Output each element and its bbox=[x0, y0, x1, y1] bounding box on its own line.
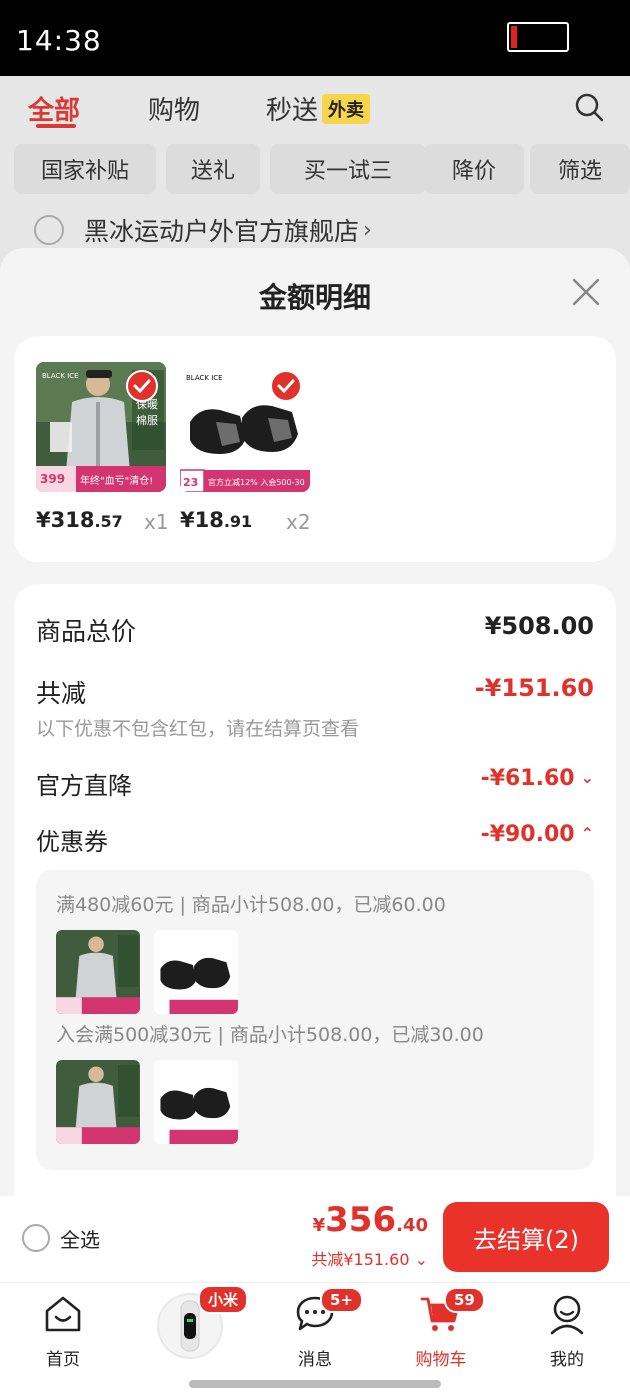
battery-icon bbox=[507, 22, 569, 52]
sheet-title: 金额明细 bbox=[258, 281, 371, 314]
chevron-down-icon: ⌄ bbox=[414, 1250, 428, 1269]
product-jacket-image: 男士 保暖 棉服 399 年终"血亏"清仓! BLACK ICE bbox=[36, 362, 166, 492]
coupon-1-jacket-thumb bbox=[56, 930, 140, 1014]
chevron-right-icon: › bbox=[363, 217, 372, 243]
checkout-bar: 全选 ¥356.40 共减¥151.60 ⌄ 去结算(2) bbox=[0, 1196, 630, 1282]
price-summary-card: 商品总价 ¥508.00 共减 -¥151.60 以下优惠不包含红包，请在结算页… bbox=[14, 584, 616, 1196]
coupon-label: 优惠券 bbox=[36, 828, 108, 856]
home-icon bbox=[45, 1296, 81, 1332]
svg-text:官方立减12% 入会500-30: 官方立减12% 入会500-30 bbox=[208, 477, 305, 487]
nav-band-badge: 小米 bbox=[198, 1285, 249, 1314]
products-card: 男士 保暖 棉服 399 年终"血亏"清仓! BLACK ICE ¥318.57… bbox=[14, 336, 616, 562]
coupon-line-1: 满480减60元 | 商品小计508.00，已减60.00 bbox=[56, 894, 446, 916]
total-reduce-value: -¥151.60 bbox=[474, 674, 594, 702]
direct-discount-row[interactable]: -¥61.60 ⌄ bbox=[481, 766, 594, 791]
price-int: ¥18 bbox=[180, 508, 224, 532]
currency-symbol: ¥ bbox=[312, 1215, 326, 1236]
total-reduce-label: 共减 bbox=[36, 679, 87, 708]
total-int: 356 bbox=[325, 1200, 397, 1240]
product-socks-price: ¥18.91 bbox=[180, 508, 252, 532]
coupon-value: -¥90.00 bbox=[480, 822, 575, 847]
home-indicator[interactable] bbox=[189, 1380, 441, 1388]
nav-profile-label: 我的 bbox=[550, 1350, 584, 1370]
nav-home[interactable]: 首页 bbox=[8, 1293, 118, 1370]
coupon-line-2: 入会满500减30元 | 商品小计508.00，已减30.00 bbox=[56, 1024, 484, 1046]
coupon-2-jacket-thumb bbox=[56, 1060, 140, 1144]
svg-text:399: 399 bbox=[40, 472, 65, 486]
product-jacket-price: ¥318.57 bbox=[36, 508, 123, 532]
svg-text:棉服: 棉服 bbox=[136, 413, 158, 427]
status-time: 14:38 bbox=[16, 24, 102, 57]
chip-gift[interactable]: 送礼 bbox=[166, 144, 260, 194]
nav-home-label: 首页 bbox=[46, 1350, 80, 1370]
svg-text:年终"血亏"清仓!: 年终"血亏"清仓! bbox=[80, 474, 153, 487]
nav-messages-label: 消息 bbox=[298, 1350, 332, 1370]
svg-text:23: 23 bbox=[183, 476, 198, 489]
price-dec: .91 bbox=[223, 512, 253, 531]
checkmark-icon bbox=[126, 370, 158, 402]
checkout-total: ¥356.40 bbox=[313, 1200, 428, 1240]
direct-discount-value: -¥61.60 bbox=[480, 766, 575, 791]
tab-instant-delivery-label: 秒送 bbox=[266, 96, 319, 126]
product-jacket[interactable]: 男士 保暖 棉服 399 年终"血亏"清仓! BLACK ICE ¥318.57… bbox=[36, 362, 169, 534]
store-name: 黑冰运动户外官方旗舰店 bbox=[84, 217, 360, 246]
svg-text:BLACK ICE: BLACK ICE bbox=[186, 374, 223, 382]
price-dec: .57 bbox=[94, 512, 123, 531]
select-all-label[interactable]: 全选 bbox=[60, 1224, 100, 1253]
nav-profile[interactable]: 我的 bbox=[512, 1293, 622, 1370]
product-jacket-qty: x1 bbox=[144, 510, 169, 534]
product-socks[interactable]: BLACK ICE 23 官方立减12% 入会500-30 ¥18.91 x2 bbox=[180, 362, 311, 534]
chip-try-three[interactable]: 买一试三 bbox=[270, 144, 426, 194]
close-icon[interactable] bbox=[570, 276, 602, 308]
discount-note: 以下优惠不包含红包，请在结算页查看 bbox=[36, 718, 360, 740]
price-int: ¥318 bbox=[36, 508, 95, 532]
chevron-up-icon: ⌃ bbox=[580, 824, 594, 843]
select-all-radio[interactable] bbox=[22, 1224, 50, 1252]
search-icon[interactable] bbox=[574, 92, 604, 122]
total-price-value: ¥508.00 bbox=[484, 612, 594, 640]
store-select-radio[interactable] bbox=[34, 215, 64, 245]
tab-underline bbox=[36, 124, 76, 128]
saved-amount[interactable]: 共减¥151.60 ⌄ bbox=[311, 1246, 428, 1270]
svg-text:BLACK ICE: BLACK ICE bbox=[42, 372, 79, 380]
coupon-1-socks-thumb bbox=[154, 930, 238, 1014]
total-price-label: 商品总价 bbox=[36, 617, 137, 646]
user-icon bbox=[550, 1295, 584, 1335]
nav-cart-badge: 59 bbox=[444, 1287, 485, 1313]
store-row[interactable]: 黑冰运动户外官方旗舰店 › bbox=[34, 210, 372, 250]
tab-all[interactable]: 全部 bbox=[28, 90, 80, 127]
total-dec: .40 bbox=[396, 1215, 428, 1236]
coupon-row[interactable]: -¥90.00 ⌃ bbox=[481, 822, 594, 847]
product-socks-qty: x2 bbox=[286, 510, 311, 534]
direct-discount-label: 官方直降 bbox=[36, 772, 132, 800]
checkout-button[interactable]: 去结算(2) bbox=[443, 1202, 609, 1272]
nav-cart-label: 购物车 bbox=[415, 1350, 467, 1370]
chip-national-subsidy[interactable]: 国家补贴 bbox=[14, 144, 156, 194]
saved-text: 共减¥151.60 bbox=[311, 1250, 410, 1269]
tab-instant-delivery[interactable]: 秒送 外卖 bbox=[266, 90, 371, 127]
chip-price-drop[interactable]: 降价 bbox=[424, 144, 524, 194]
coupon-detail-box: 满480减60元 | 商品小计508.00，已减60.00 入会满500减30元… bbox=[36, 870, 594, 1170]
top-tabs: 全部 购物 秒送 外卖 bbox=[0, 76, 630, 140]
coupon-2-socks-thumb bbox=[154, 1060, 238, 1144]
checkmark-icon bbox=[270, 370, 302, 402]
status-bar: 14:38 bbox=[0, 0, 630, 76]
chip-filter[interactable]: 筛选 bbox=[530, 144, 630, 194]
chevron-down-icon: ⌄ bbox=[580, 768, 594, 787]
product-socks-image: BLACK ICE 23 官方立减12% 入会500-30 bbox=[180, 362, 310, 492]
nav-messages-badge: 5+ bbox=[320, 1287, 364, 1313]
tab-shopping[interactable]: 购物 bbox=[148, 90, 200, 127]
takeout-tag: 外卖 bbox=[322, 94, 371, 124]
amount-detail-sheet: 金额明细 男士 保暖 棉服 bbox=[0, 248, 630, 1196]
